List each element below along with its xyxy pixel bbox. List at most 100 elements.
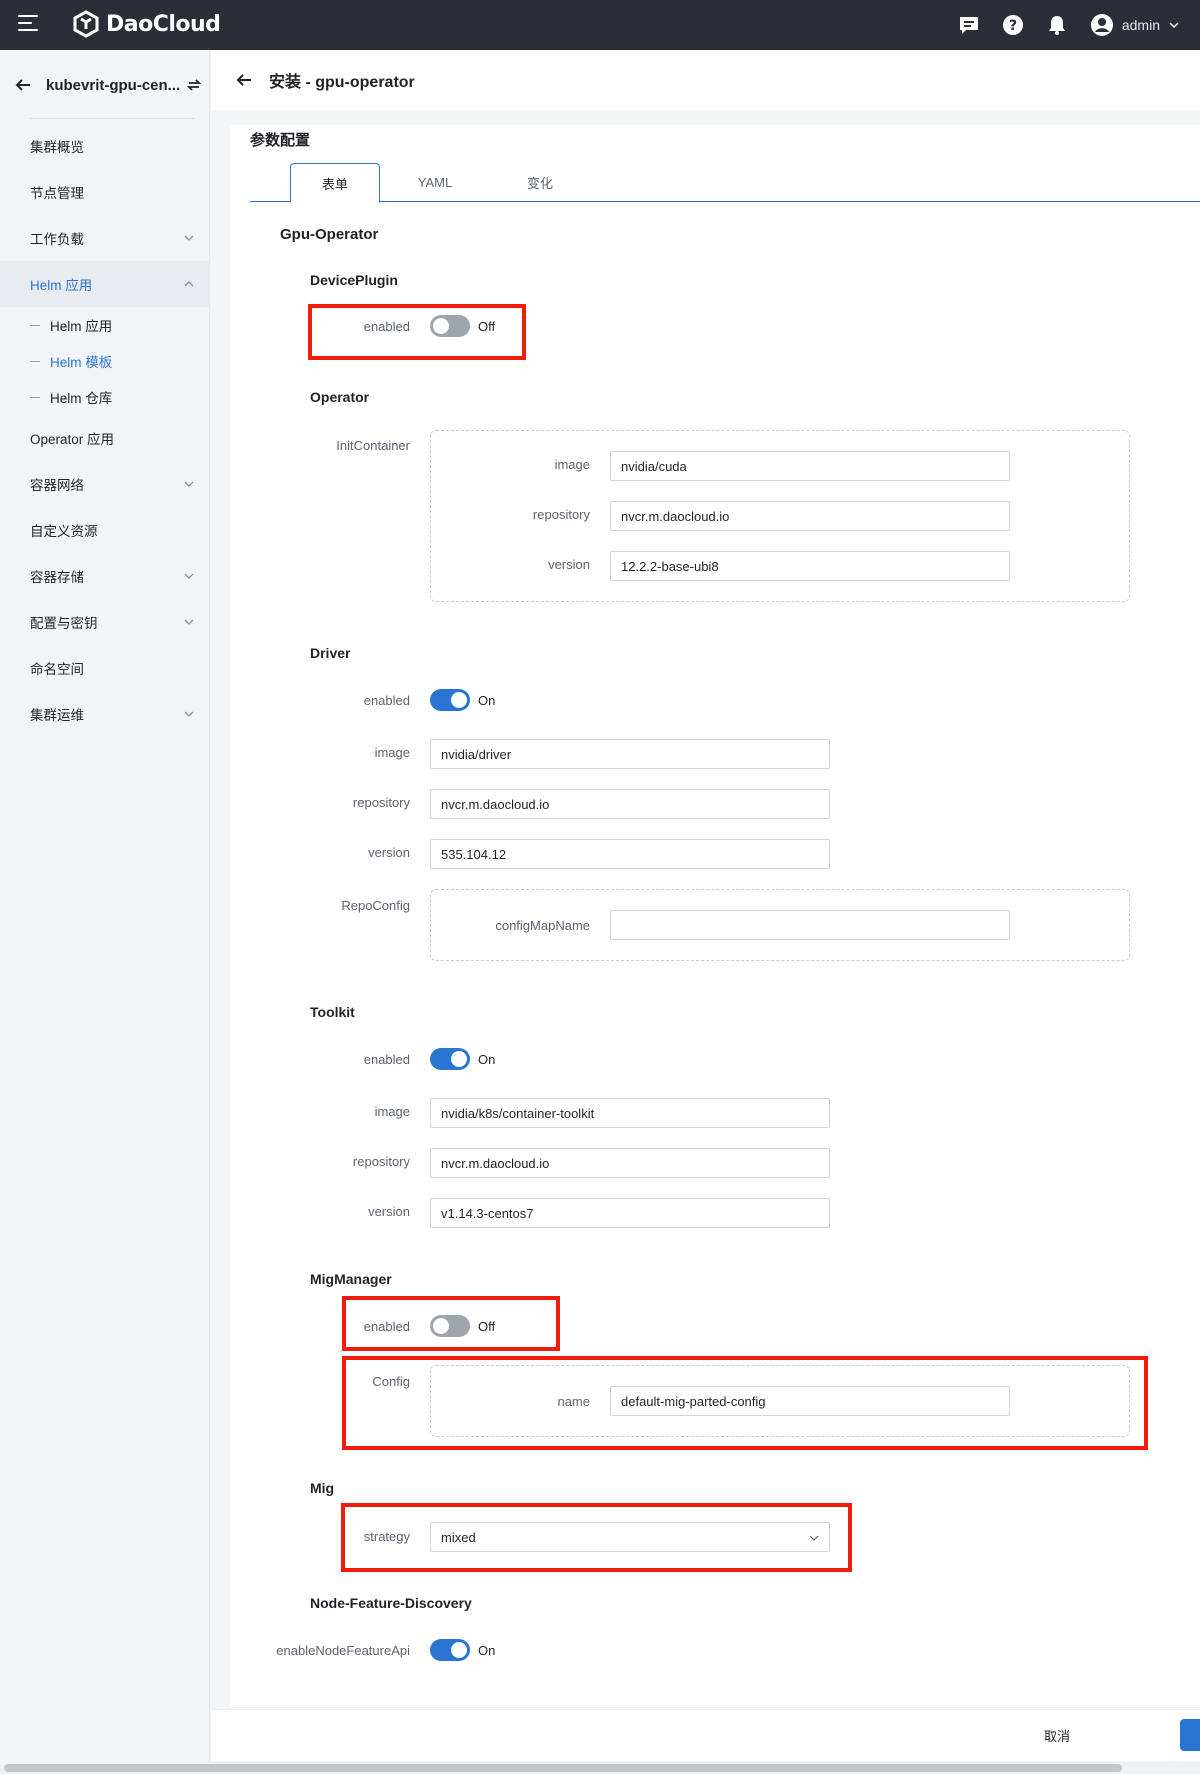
sidebar-subitem-helm-templates[interactable]: Helm 模板: [0, 343, 210, 379]
repoconfig-label: RepoConfig: [341, 898, 410, 913]
sidebar-divider: [30, 118, 195, 119]
sidebar-item-custom-resources[interactable]: 自定义资源: [0, 507, 210, 553]
sidebar-item-label: Operator 应用: [30, 432, 115, 447]
toolkit-version-label: version: [368, 1204, 410, 1219]
mig-strategy-select[interactable]: mixed: [430, 1522, 830, 1552]
top-bar: DaoCloud ? admin: [0, 0, 1200, 50]
message-icon[interactable]: [958, 14, 980, 36]
chevron-down-icon: [184, 573, 194, 579]
back-arrow-icon[interactable]: [14, 76, 32, 94]
sidebar-item-label: 集群运维: [30, 708, 84, 723]
nfd-state: On: [478, 1643, 496, 1658]
driver-enabled-toggle[interactable]: [430, 689, 470, 711]
tab-yaml[interactable]: YAML: [380, 163, 490, 202]
sidebar-subitem-label: Helm 仓库: [50, 391, 113, 406]
nfd-title: Node-Feature-Discovery: [310, 1595, 472, 1611]
migmanager-enabled-label: enabled: [363, 1319, 410, 1334]
sidebar-item-helm-apps[interactable]: Helm 应用: [0, 261, 210, 307]
chevron-down-icon: [184, 235, 194, 241]
user-menu[interactable]: admin: [1090, 13, 1180, 37]
deviceplugin-enabled-toggle[interactable]: [430, 315, 470, 337]
deviceplugin-enabled-label: enabled: [363, 319, 410, 334]
sidebar-item-label: 工作负载: [30, 232, 84, 247]
back-arrow-icon[interactable]: [235, 71, 253, 89]
bell-icon[interactable]: [1046, 14, 1068, 36]
driver-image-label: image: [374, 745, 410, 760]
operator-image-label: image: [554, 457, 590, 472]
page-title: 安装 - gpu-operator: [269, 74, 415, 91]
driver-version-input[interactable]: 535.104.12: [430, 839, 830, 869]
driver-title: Driver: [310, 645, 351, 661]
sidebar-subitem-helm-apps[interactable]: Helm 应用: [0, 307, 210, 343]
toolkit-version-input[interactable]: v1.14.3-centos7: [430, 1198, 830, 1228]
operator-repository-input[interactable]: nvcr.m.daocloud.io: [610, 501, 1010, 531]
cluster-name: kubevrit-gpu-cen...: [46, 76, 181, 94]
sidebar-item-label: 自定义资源: [30, 524, 98, 539]
configmapname-label: configMapName: [495, 918, 590, 933]
tab-form[interactable]: 表单: [290, 163, 380, 203]
sidebar-nav: 集群概览 节点管理 工作负载 Helm 应用 Helm 应用 Helm 模板 H…: [0, 123, 210, 737]
sidebar-item-container-network[interactable]: 容器网络: [0, 461, 210, 507]
sidebar-item-cluster-ops[interactable]: 集群运维: [0, 691, 210, 737]
enable-nodefeatureapi-label: enableNodeFeatureApi: [276, 1643, 410, 1658]
chevron-down-icon: [184, 619, 194, 625]
tab-diff[interactable]: 变化: [490, 163, 590, 202]
sidebar-item-workloads[interactable]: 工作负载: [0, 215, 210, 261]
mig-strategy-label: strategy: [363, 1529, 410, 1544]
migmanager-name-label: name: [557, 1394, 590, 1409]
sidebar-subitem-helm-repos[interactable]: Helm 仓库: [0, 379, 210, 415]
help-icon[interactable]: ?: [1002, 14, 1024, 36]
chevron-down-icon: [184, 711, 194, 717]
sidebar-item-operator-apps[interactable]: Operator 应用: [0, 415, 210, 461]
brand[interactable]: DaoCloud: [72, 10, 221, 38]
deviceplugin-title: DevicePlugin: [310, 272, 398, 288]
sidebar-item-namespaces[interactable]: 命名空间: [0, 645, 210, 691]
migmanager-name-input[interactable]: default-mig-parted-config: [610, 1386, 1010, 1416]
scrollbar-thumb[interactable]: [4, 1764, 1122, 1772]
sidebar-item-label: Helm 应用: [30, 278, 93, 293]
driver-repository-input[interactable]: nvcr.m.daocloud.io: [430, 789, 830, 819]
chevron-down-icon: [809, 1535, 819, 1541]
operator-image-input[interactable]: nvidia/cuda: [610, 451, 1010, 481]
section-title: 参数配置: [250, 132, 311, 149]
driver-enabled-label: enabled: [363, 693, 410, 708]
toolkit-repository-input[interactable]: nvcr.m.daocloud.io: [430, 1148, 830, 1178]
daocloud-logo-icon: [73, 10, 99, 38]
horizontal-scrollbar[interactable]: [0, 1762, 1200, 1774]
driver-state: On: [478, 693, 496, 708]
cancel-button[interactable]: 取消: [1044, 1726, 1070, 1745]
sidebar-item-cluster-overview[interactable]: 集群概览: [0, 123, 210, 169]
footer-bar: 取消: [211, 1709, 1200, 1761]
operator-title: Operator: [310, 389, 370, 405]
sidebar-item-label: 配置与密钥: [30, 616, 98, 631]
confirm-button[interactable]: [1180, 1719, 1200, 1751]
mig-title: Mig: [310, 1480, 335, 1496]
configmapname-input[interactable]: [610, 910, 1010, 940]
toolkit-enabled-toggle[interactable]: [430, 1048, 470, 1070]
menu-icon[interactable]: [18, 15, 40, 35]
driver-image-input[interactable]: nvidia/driver: [430, 739, 830, 769]
sidebar-item-container-storage[interactable]: 容器存储: [0, 553, 210, 599]
migmanager-config-label: Config: [372, 1374, 410, 1389]
toolkit-enabled-label: enabled: [363, 1052, 410, 1067]
brand-name: DaoCloud: [106, 11, 221, 37]
sidebar-item-label: 容器存储: [30, 570, 84, 585]
mig-strategy-value: mixed: [441, 1529, 476, 1545]
driver-version-label: version: [368, 845, 410, 860]
switch-cluster-icon[interactable]: [186, 77, 202, 93]
deviceplugin-state: Off: [478, 319, 496, 334]
sidebar: kubevrit-gpu-cen... 集群概览 节点管理 工作负载 Helm …: [0, 50, 210, 1774]
toolkit-image-label: image: [374, 1104, 410, 1119]
sidebar-item-config-secrets[interactable]: 配置与密钥: [0, 599, 210, 645]
initcontainer-label: InitContainer: [336, 438, 410, 453]
migmanager-enabled-toggle[interactable]: [430, 1315, 470, 1337]
chevron-down-icon: [184, 481, 194, 487]
enable-nodefeatureapi-toggle[interactable]: [430, 1639, 470, 1661]
operator-version-input[interactable]: 12.2.2-base-ubi8: [610, 551, 1010, 581]
toolkit-image-input[interactable]: nvidia/k8s/container-toolkit: [430, 1098, 830, 1128]
sidebar-item-label: 命名空间: [30, 662, 84, 677]
toolkit-title: Toolkit: [310, 1004, 355, 1020]
sidebar-item-nodes[interactable]: 节点管理: [0, 169, 210, 215]
operator-version-label: version: [548, 557, 590, 572]
sidebar-subitem-label: Helm 应用: [50, 319, 113, 334]
